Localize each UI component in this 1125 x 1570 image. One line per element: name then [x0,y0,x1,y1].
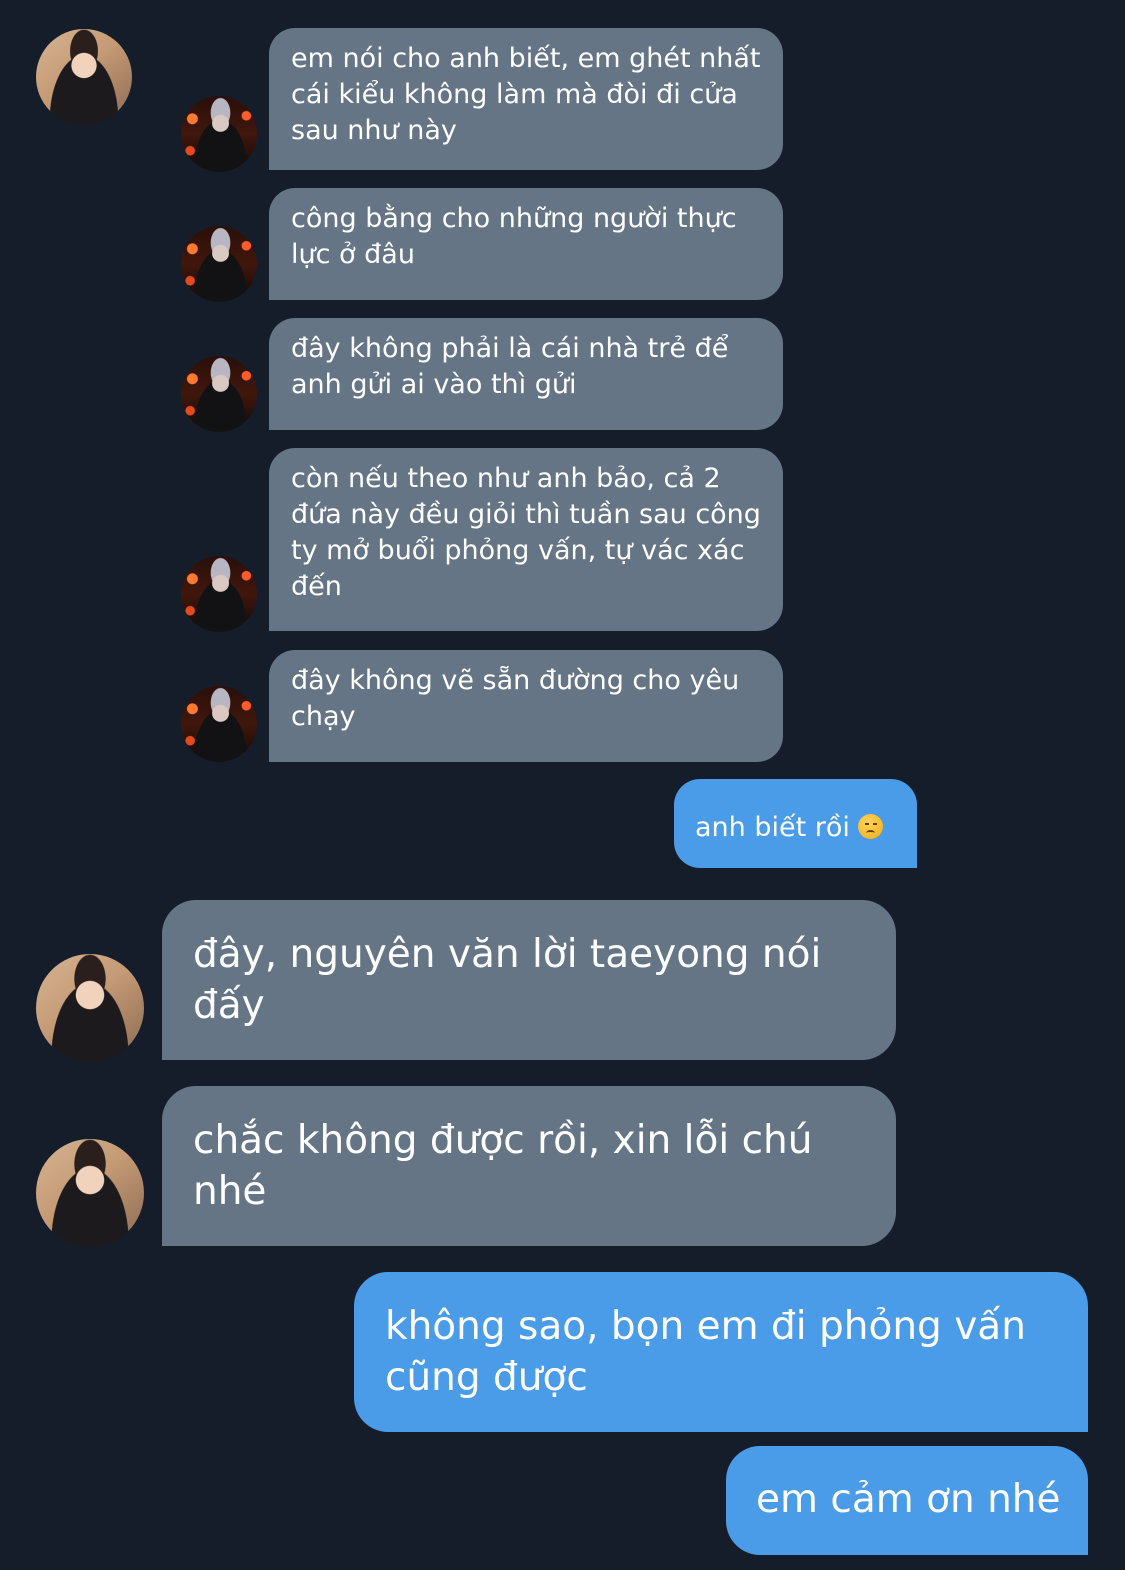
message-text: đây không phải là cái nhà trẻ để anh gửi… [291,333,729,400]
sender-avatar[interactable] [36,1139,144,1247]
sender-avatar[interactable] [181,356,257,432]
message-text: chắc không được rồi, xin lỗi chú nhé [193,1118,813,1214]
message-bubble-outgoing[interactable]: em cảm ơn nhé [726,1446,1088,1555]
message-bubble-outgoing[interactable]: anh biết rồi [674,779,917,868]
sender-avatar[interactable] [181,556,257,632]
sender-avatar[interactable] [181,226,257,302]
message-bubble-incoming[interactable]: còn nếu theo như anh bảo, cả 2 đứa này đ… [269,448,783,631]
message-text: anh biết rồi [695,812,850,843]
message-text: đây không vẽ sẵn đường cho yêu chạy [291,665,740,732]
message-bubble-incoming[interactable]: đây không vẽ sẵn đường cho yêu chạy [269,650,783,762]
sender-avatar[interactable] [181,686,257,762]
message-bubble-incoming[interactable]: công bằng cho những người thực lực ở đâu [269,188,783,300]
contact-avatar[interactable] [36,29,132,125]
message-text: em nói cho anh biết, em ghét nhất cái ki… [291,43,761,146]
sender-avatar[interactable] [181,96,257,172]
message-bubble-incoming[interactable]: em nói cho anh biết, em ghét nhất cái ki… [269,28,783,170]
message-bubble-outgoing[interactable]: không sao, bọn em đi phỏng vấn cũng được [354,1272,1088,1432]
message-text: còn nếu theo như anh bảo, cả 2 đứa này đ… [291,463,761,602]
message-text: không sao, bọn em đi phỏng vấn cũng được [385,1304,1026,1400]
message-text: em cảm ơn nhé [756,1477,1061,1522]
message-bubble-incoming[interactable]: đây, nguyên văn lời taeyong nói đấy [162,900,896,1060]
sender-avatar[interactable] [36,954,144,1062]
disappointed-face-icon [857,814,883,839]
message-text: công bằng cho những người thực lực ở đâu [291,203,737,270]
message-bubble-incoming[interactable]: đây không phải là cái nhà trẻ để anh gửi… [269,318,783,430]
message-text: đây, nguyên văn lời taeyong nói đấy [193,932,822,1028]
message-bubble-incoming[interactable]: chắc không được rồi, xin lỗi chú nhé [162,1086,896,1246]
